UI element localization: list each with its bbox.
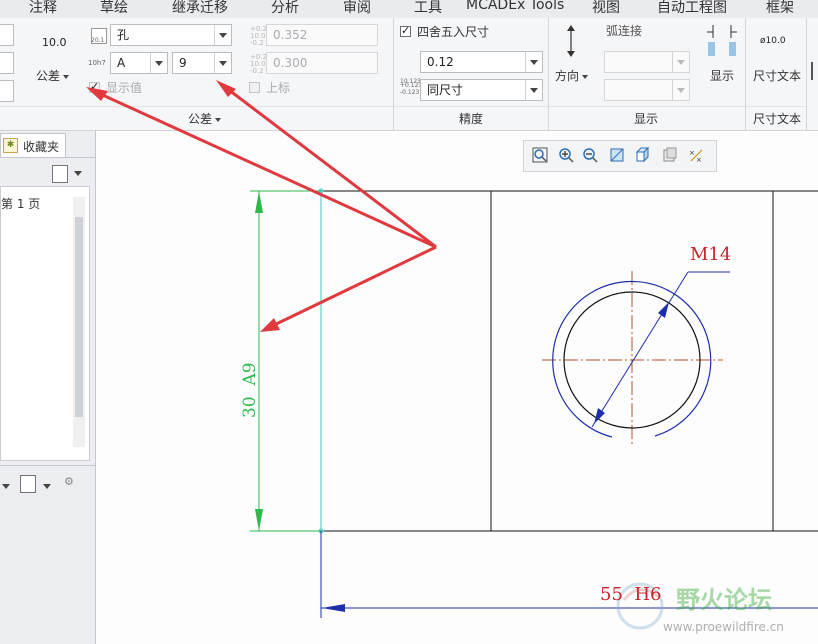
thread-hole[interactable]	[542, 271, 730, 447]
watermark-url: www.proewildfire.cn	[663, 620, 784, 634]
watermark-logo-text: 野火论坛	[676, 586, 772, 614]
vertical-dimension-text[interactable]: 30 A9	[240, 318, 260, 418]
thread-label[interactable]: M14	[690, 244, 731, 265]
horizontal-dimension-text[interactable]: 55 H6	[600, 584, 662, 605]
vertical-dimension-text-wrapper: 30 A9	[220, 352, 280, 418]
drawing-geometry	[86, 80, 818, 630]
